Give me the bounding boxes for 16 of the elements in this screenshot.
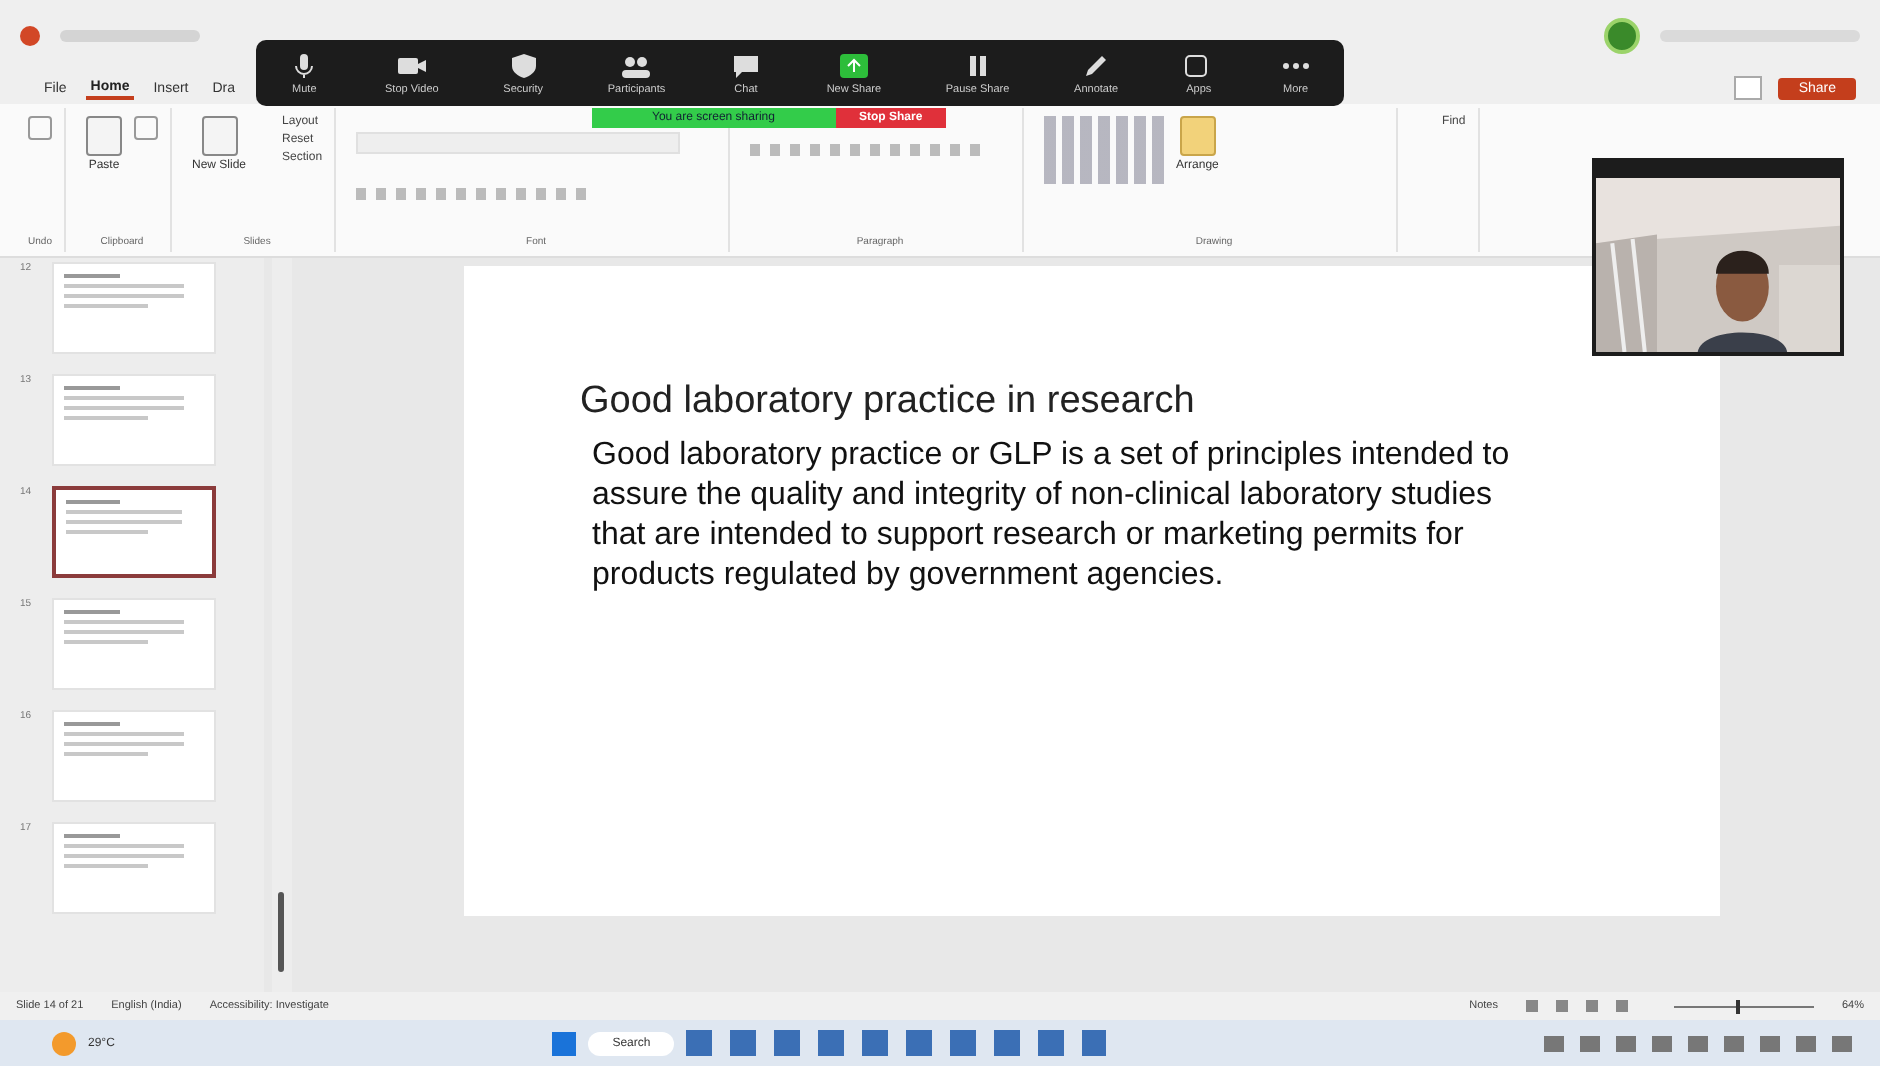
comment-icon[interactable]: [1734, 76, 1763, 100]
start-icon[interactable]: [552, 1031, 577, 1055]
slide-thumbnail[interactable]: [52, 486, 216, 578]
weather-icon[interactable]: [52, 1031, 76, 1055]
copy-icon[interactable]: [134, 116, 158, 140]
avatar-icon[interactable]: [1604, 18, 1640, 54]
chat-bubble-icon: [729, 51, 762, 79]
undo-icon[interactable]: [28, 116, 52, 140]
shield-icon: [507, 51, 540, 79]
people-icon: [620, 51, 653, 79]
scrollbar[interactable]: [278, 892, 284, 972]
shapes-gallery-icon[interactable]: [1044, 116, 1165, 184]
slide-title: Good laboratory practice in research: [580, 380, 1197, 424]
app-logo-icon: [20, 26, 40, 46]
slide-body-text: Good laboratory practice or GLP is a set of principles intended to assure the quality and integrity of non-clinical laboratory studies that are intended to support research or marketing permits for products regulated by government agencies.: [590, 436, 1512, 596]
share-screen-icon: [837, 51, 870, 79]
